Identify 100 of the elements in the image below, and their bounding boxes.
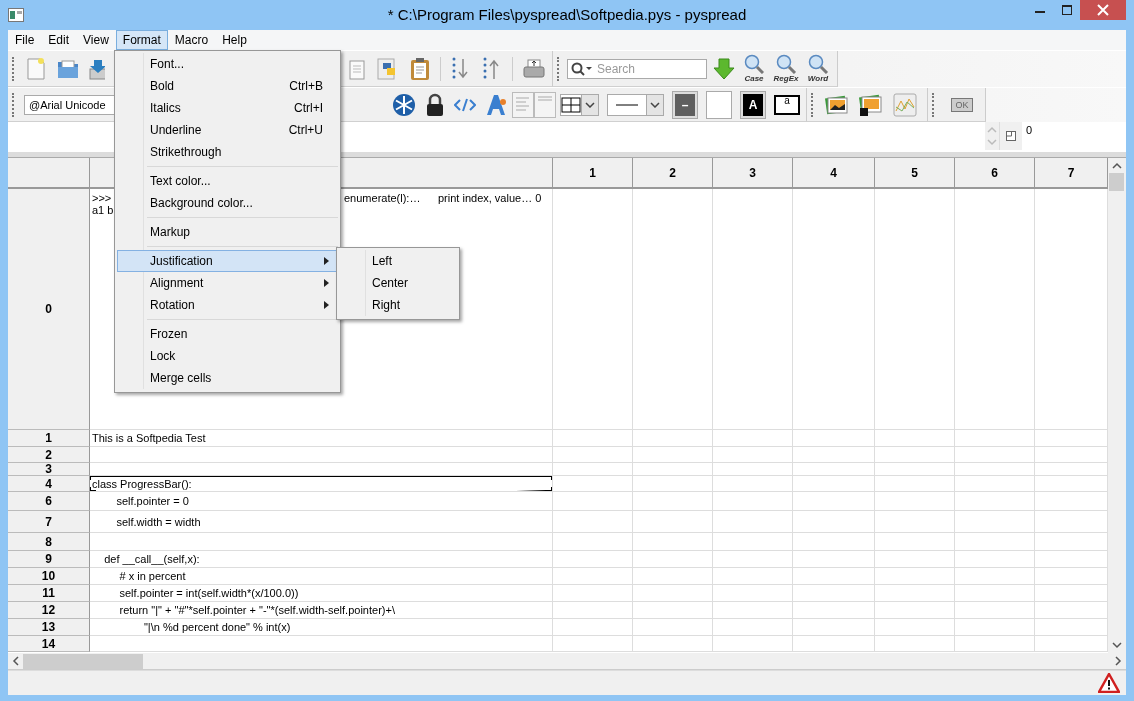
table-cell: self.pointer = 0 <box>90 492 553 511</box>
folder-icon[interactable] <box>56 57 80 80</box>
close-button[interactable] <box>1080 0 1126 20</box>
magnifier-icon <box>807 53 829 74</box>
submenu-arrow-icon <box>324 301 329 309</box>
menu-item[interactable]: Rotation <box>117 294 338 316</box>
image-icon[interactable] <box>825 93 849 116</box>
text-color-button[interactable]: A <box>740 90 766 119</box>
menu-item[interactable]: Macro <box>167 30 216 50</box>
spin-arrows-icon <box>986 124 998 148</box>
line-icon <box>616 103 638 106</box>
row-header[interactable]: 7 <box>8 511 90 533</box>
menu-item[interactable]: File <box>8 30 42 50</box>
table-cell: class ProgressBar(): <box>90 476 553 492</box>
row-header[interactable]: 13 <box>8 619 90 636</box>
menu-item[interactable]: Center <box>339 272 457 294</box>
column-header[interactable]: 1 <box>553 158 633 189</box>
menu-item[interactable]: Markup <box>117 221 338 243</box>
scroll-right-icon[interactable] <box>1115 656 1122 666</box>
scroll-down-icon[interactable] <box>1111 642 1122 649</box>
menu-item[interactable]: Help <box>215 30 254 50</box>
background-color-button[interactable]: – <box>672 90 698 119</box>
row-header[interactable]: 11 <box>8 585 90 602</box>
find-option-button[interactable]: RegEx <box>773 53 799 84</box>
search-field[interactable]: Search <box>567 58 707 79</box>
font-style-icon[interactable] <box>484 92 508 117</box>
row-header[interactable]: 4 <box>8 476 90 492</box>
column-header[interactable]: 5 <box>875 158 955 189</box>
magnifier-icon <box>743 53 765 74</box>
code-tag-icon[interactable] <box>454 96 476 113</box>
line-width-dropdown[interactable] <box>607 93 664 116</box>
find-option-button[interactable]: Case <box>741 53 767 84</box>
menu-item[interactable]: Background color... <box>117 192 338 214</box>
menu-item[interactable]: Alignment <box>117 272 338 294</box>
row-header[interactable]: 9 <box>8 551 90 568</box>
menu-item[interactable]: Underline Ctrl+U <box>117 119 338 141</box>
menu-item[interactable]: Edit <box>41 30 77 50</box>
table-index: 0 <box>1025 123 1034 136</box>
close-icon <box>1097 4 1109 16</box>
image-link-icon[interactable] <box>859 92 883 117</box>
menu-item[interactable]: Right <box>339 294 457 316</box>
row-header[interactable]: 0 <box>8 189 90 430</box>
find-option-button[interactable]: Word <box>805 53 831 84</box>
menu-item[interactable]: Bold Ctrl+B <box>117 75 338 97</box>
table-cell: def __call__(self,x): <box>90 551 553 568</box>
table-cell: self.pointer = int(self.width*(x/100.0)) <box>90 585 553 602</box>
color-swatch-button[interactable] <box>706 90 732 119</box>
table-icon <box>1006 131 1016 141</box>
submenu-arrow-icon <box>324 257 329 265</box>
cell-text: a1 b <box>92 204 114 216</box>
app-icon <box>8 8 24 22</box>
menu-item[interactable]: Frozen <box>117 323 338 345</box>
table-cell: This is a Softpedia Test <box>90 430 553 447</box>
cell-text: enumerate(l):… <box>344 192 421 204</box>
row-header[interactable]: 2 <box>8 447 90 463</box>
table-button[interactable] <box>999 122 1022 150</box>
snowflake-icon[interactable] <box>392 92 416 117</box>
menu-item[interactable]: Justification <box>117 250 338 272</box>
submenu-arrow-icon <box>324 279 329 287</box>
row-header[interactable]: 12 <box>8 602 90 619</box>
column-header[interactable]: 2 <box>633 158 713 189</box>
row-header[interactable]: 6 <box>8 492 90 511</box>
row-header[interactable]: 3 <box>8 463 90 476</box>
horizontal-scrollbar[interactable] <box>8 653 1126 670</box>
borders-dropdown[interactable] <box>560 93 599 116</box>
menu-item[interactable]: Left <box>339 250 457 272</box>
ok-button[interactable]: OK <box>951 97 973 112</box>
menu-item[interactable]: View <box>76 30 116 50</box>
row-header[interactable]: 8 <box>8 533 90 551</box>
row-header[interactable]: 10 <box>8 568 90 585</box>
caret-icon <box>585 101 595 108</box>
magnifier-icon <box>775 53 797 74</box>
column-header[interactable]: 4 <box>793 158 875 189</box>
print-icon[interactable] <box>522 57 546 80</box>
row-header[interactable]: 1 <box>8 430 90 447</box>
column-header[interactable]: 3 <box>713 158 793 189</box>
scrollbar-thumb[interactable] <box>23 653 143 669</box>
clipboard-icon[interactable] <box>409 56 431 81</box>
warning-icon[interactable] <box>1098 673 1120 693</box>
menu-item[interactable]: Merge cells <box>117 367 338 389</box>
lock-icon[interactable] <box>424 92 446 117</box>
menu-item[interactable]: Text color... <box>117 170 338 192</box>
cell-text: print index, value… 0 <box>438 192 542 204</box>
row-header[interactable]: 14 <box>8 636 90 652</box>
scroll-up-icon[interactable] <box>1111 162 1122 169</box>
table-cell: return "|" + "#"*self.pointer + "-"*(self.width-self.pointer)+\ <box>90 602 553 619</box>
scroll-left-icon[interactable] <box>12 656 19 666</box>
menu-item[interactable]: Strikethrough <box>117 141 338 163</box>
search-icon <box>571 61 593 76</box>
down-arrow-icon[interactable] <box>713 56 735 81</box>
grid-borders-icon <box>561 96 581 113</box>
scrollbar-thumb[interactable] <box>1109 173 1124 191</box>
menu-item[interactable]: Font... <box>117 53 338 75</box>
column-header[interactable]: 7 <box>1035 158 1108 189</box>
menu-item[interactable]: Format <box>115 30 168 50</box>
caret-icon <box>650 101 660 108</box>
column-header[interactable]: 6 <box>955 158 1035 189</box>
menu-item[interactable]: Lock <box>117 345 338 367</box>
table-cell: "|\n %d percent done" % int(x) <box>90 619 553 636</box>
merge-cells-button[interactable]: a <box>774 94 800 115</box>
